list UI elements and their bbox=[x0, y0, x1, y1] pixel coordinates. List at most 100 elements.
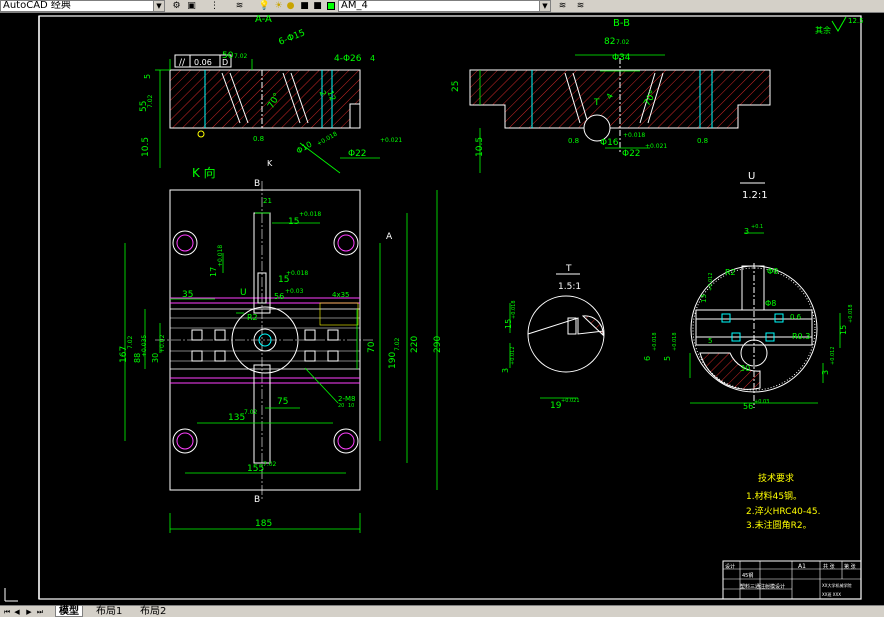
u-dim-0-6: 0.6 bbox=[790, 313, 802, 321]
technical-requirements: 技术要求 1.材料45钢。 2.淬火HRC40-45. 3.未注圆角R2。 bbox=[746, 472, 820, 531]
chevron-down-icon[interactable]: ▼ bbox=[153, 1, 164, 11]
title-block-school: XX大学机械学院 bbox=[822, 582, 851, 588]
aa-dim-d22-tol: +0.021 bbox=[380, 137, 402, 144]
u-dim-6: 6 bbox=[643, 356, 652, 361]
bb-dim-d22: Φ22 bbox=[622, 149, 641, 159]
tab-layout2[interactable]: 布局2 bbox=[137, 606, 169, 617]
k-dim-56-tol: +0.03 bbox=[285, 288, 304, 295]
k-dim-88-tol: +0.035 bbox=[141, 335, 148, 357]
make-layer-current-icon[interactable]: ≋ bbox=[556, 0, 569, 12]
bb-dim-10-5: 10.5 bbox=[475, 137, 485, 157]
view-k-title: K 向 bbox=[192, 165, 216, 180]
k-dim-190-tol: 7.02 bbox=[394, 337, 401, 351]
t-dim-19: 19 bbox=[550, 401, 562, 411]
t-dim-19-tol: +0.021 bbox=[561, 398, 580, 404]
u-dim-3b: 3 bbox=[821, 370, 830, 375]
k-dim-135: 135 bbox=[228, 413, 245, 423]
layer-manager-icon[interactable]: ≋ bbox=[233, 0, 246, 12]
cad-drawing-canvas[interactable]: A-A // 0.06 D 50 7.02 6-Φ15 4-Φ26 4 5 55… bbox=[0, 13, 884, 605]
bb-dim-d22-tol: +0.021 bbox=[645, 143, 667, 150]
layer-color-swatch bbox=[327, 2, 335, 10]
tab-model[interactable]: 模型 bbox=[55, 606, 83, 617]
k-dim-10: 10 bbox=[348, 403, 354, 409]
detail-t[interactable]: T 1.5:1 15 +0.018 3 +0.012 19 +0.021 bbox=[501, 264, 605, 411]
k-dim-220: 220 bbox=[410, 336, 420, 353]
k-dim-r2: R2 bbox=[247, 313, 258, 322]
bb-label-t: T bbox=[593, 98, 600, 108]
section-bb[interactable]: B-B 82 7.02 Φ34 T 70° 4 25 10.5 0.8 Φ16 … bbox=[451, 18, 771, 173]
bb-roughness-left: 0.8 bbox=[568, 137, 579, 145]
k-dim-15-tol: +0.018 bbox=[299, 211, 321, 218]
workspace-settings-icon[interactable]: ⚙ bbox=[170, 0, 183, 12]
last-tab-icon[interactable]: ⏭ bbox=[35, 607, 45, 617]
aa-dim-55-tol: 7.02 bbox=[147, 94, 154, 108]
view-k[interactable]: K 向 K B B A 21 15 +0.018 17 +0.018 15 +0… bbox=[119, 159, 443, 533]
k-dim-56: 56 bbox=[274, 292, 284, 301]
title-block-material: 45钢 bbox=[742, 572, 753, 579]
layer-lock-icon[interactable]: ● bbox=[284, 0, 297, 12]
u-dim-5b: 5 bbox=[663, 356, 672, 361]
u-dim-3b-tol: +0.012 bbox=[830, 346, 836, 365]
aa-roughness-0-8: 0.8 bbox=[253, 135, 264, 143]
k-dim-4x35: 4x35 bbox=[332, 291, 350, 299]
t-dim-3: 3 bbox=[501, 368, 510, 373]
model-space[interactable]: A-A // 0.06 D 50 7.02 6-Φ15 4-Φ26 4 5 55… bbox=[0, 13, 884, 605]
roughness-note-label: 其余 bbox=[815, 25, 831, 35]
roughness-note-value: 12.5 bbox=[848, 17, 864, 25]
tech-req-title: 技术要求 bbox=[758, 472, 794, 484]
prev-tab-icon[interactable]: ◀ bbox=[12, 607, 22, 617]
save-workspace-icon[interactable]: ▣ bbox=[185, 0, 198, 12]
layer-previous-icon[interactable]: ≋ bbox=[574, 0, 587, 12]
next-tab-icon[interactable]: ▶ bbox=[24, 607, 34, 617]
title-block: 设计 A1 共 张 第 张 45钢 塑料三通注射模设计 XX大学机械学院 XX班… bbox=[722, 560, 862, 600]
workspace-select[interactable]: AutoCAD 经典 ▼ bbox=[0, 0, 165, 12]
bb-dim-d16-tol: +0.018 bbox=[623, 132, 645, 139]
u-dim-3: 3 bbox=[744, 227, 749, 236]
k-dim-17: 17 bbox=[209, 267, 218, 277]
bb-dim-25: 25 bbox=[451, 81, 461, 92]
layer-on-icon[interactable]: 💡 bbox=[258, 0, 271, 12]
section-a-label: A bbox=[386, 232, 393, 242]
bb-dim-82-tol: 7.02 bbox=[616, 39, 630, 46]
t-dim-3-tol: +0.012 bbox=[510, 346, 516, 365]
detail-t-scale: 1.5:1 bbox=[558, 282, 581, 292]
u-dim-13: 13 bbox=[700, 294, 708, 303]
title-block-drawing-name: 塑料三通注射模设计 bbox=[740, 583, 785, 590]
section-bb-title: B-B bbox=[613, 18, 630, 29]
layout-tab-bar: ⏮ ◀ ▶ ⏭ 模型 布局1 布局2 bbox=[0, 605, 884, 617]
aa-dim-d10-tol: +0.018 bbox=[316, 130, 339, 147]
title-block-class: XX班 XXX bbox=[822, 591, 841, 597]
layer-plot-icon[interactable]: ■ bbox=[311, 0, 324, 12]
k-dim-30: 30 bbox=[151, 353, 160, 363]
chevron-down-icon[interactable]: ▼ bbox=[539, 1, 550, 11]
section-aa[interactable]: A-A // 0.06 D 50 7.02 6-Φ15 4-Φ26 4 5 55… bbox=[139, 14, 402, 174]
k-dim-15: 15 bbox=[288, 217, 299, 227]
tech-req-item-1: 1.材料45钢。 bbox=[746, 490, 802, 502]
bb-dim-d16: Φ16 bbox=[600, 138, 619, 148]
aa-dim-d22: Φ22 bbox=[348, 149, 367, 159]
first-tab-icon[interactable]: ⏮ bbox=[2, 607, 12, 617]
u-dim-56-tol: +0.03 bbox=[754, 399, 769, 405]
k-dim-70: 70 bbox=[367, 341, 377, 353]
layer-select[interactable]: AM_4 ▼ bbox=[338, 0, 551, 12]
aa-dim-6-holes: 6-Φ15 bbox=[277, 28, 306, 48]
layer-vp-freeze-icon[interactable]: ■ bbox=[298, 0, 311, 12]
k-dim-190: 190 bbox=[388, 352, 398, 369]
k-dim-2-m8: 2-M8 bbox=[338, 395, 355, 403]
detail-u[interactable]: U 1.2:1 3 +0.1 R2 Φ8 Φ8 0.6 13 +0.012 5 … bbox=[643, 171, 854, 411]
k-dim-15b-tol: +0.018 bbox=[286, 270, 308, 277]
u-dim-30: 30 bbox=[740, 364, 750, 373]
k-dim-30-tol: +0.02 bbox=[159, 334, 166, 353]
aa-dim-5: 5 bbox=[143, 74, 152, 79]
tab-layout1[interactable]: 布局1 bbox=[93, 606, 125, 617]
section-b-top-label: B bbox=[254, 179, 260, 189]
u-dim-3-tol: +0.1 bbox=[751, 224, 763, 230]
bb-dim-d34: Φ34 bbox=[612, 53, 631, 63]
tech-req-item-3: 3.未注圆角R2。 bbox=[746, 519, 812, 531]
u-dim-15-tol: +0.018 bbox=[848, 304, 854, 323]
layer-value: AM_4 bbox=[341, 0, 368, 11]
tech-req-item-2: 2.淬火HRC40-45. bbox=[746, 505, 820, 517]
view-k-arrow-label: K bbox=[267, 159, 273, 168]
t-dim-15: 15 bbox=[504, 319, 513, 329]
title-block-sheet-no: 第 张 bbox=[844, 563, 856, 570]
